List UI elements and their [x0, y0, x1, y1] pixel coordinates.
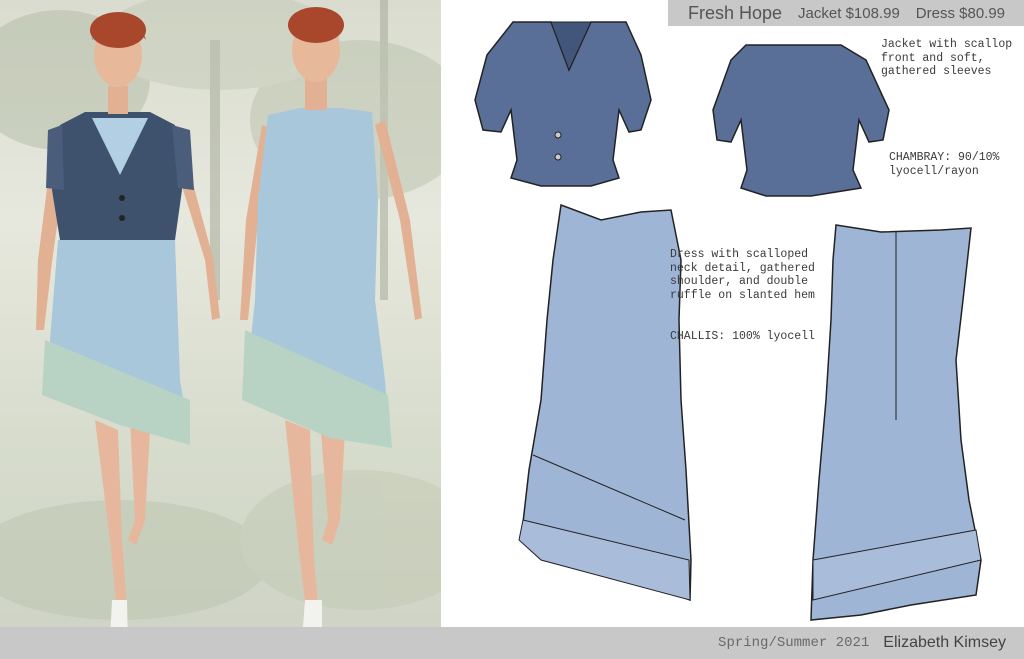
- jacket-front-flat: [474, 21, 652, 187]
- dress-fabric: CHALLIS: 100% lyocell: [670, 330, 815, 343]
- jacket-back-flat: [712, 44, 890, 197]
- designer-name: Elizabeth Kimsey: [883, 634, 1006, 651]
- jacket-fabric: CHAMBRAY: 90/10% lyocell/rayon: [889, 151, 1000, 178]
- fashion-illustration: [0, 0, 441, 627]
- dress-front-flat: [518, 203, 692, 602]
- footer-left-strip: [0, 627, 441, 659]
- footer-bar: Spring/Summer 2021 Elizabeth Kimsey: [441, 627, 1024, 659]
- technical-flats: [474, 21, 982, 621]
- illustration-drawing: [0, 0, 441, 627]
- dress-back-flat: [810, 224, 982, 621]
- dress-description: Dress with scalloped neck detail, gather…: [670, 248, 815, 302]
- jacket-description: Jacket with scallop front and soft, gath…: [881, 38, 1013, 78]
- season-label: Spring/Summer 2021: [718, 635, 870, 651]
